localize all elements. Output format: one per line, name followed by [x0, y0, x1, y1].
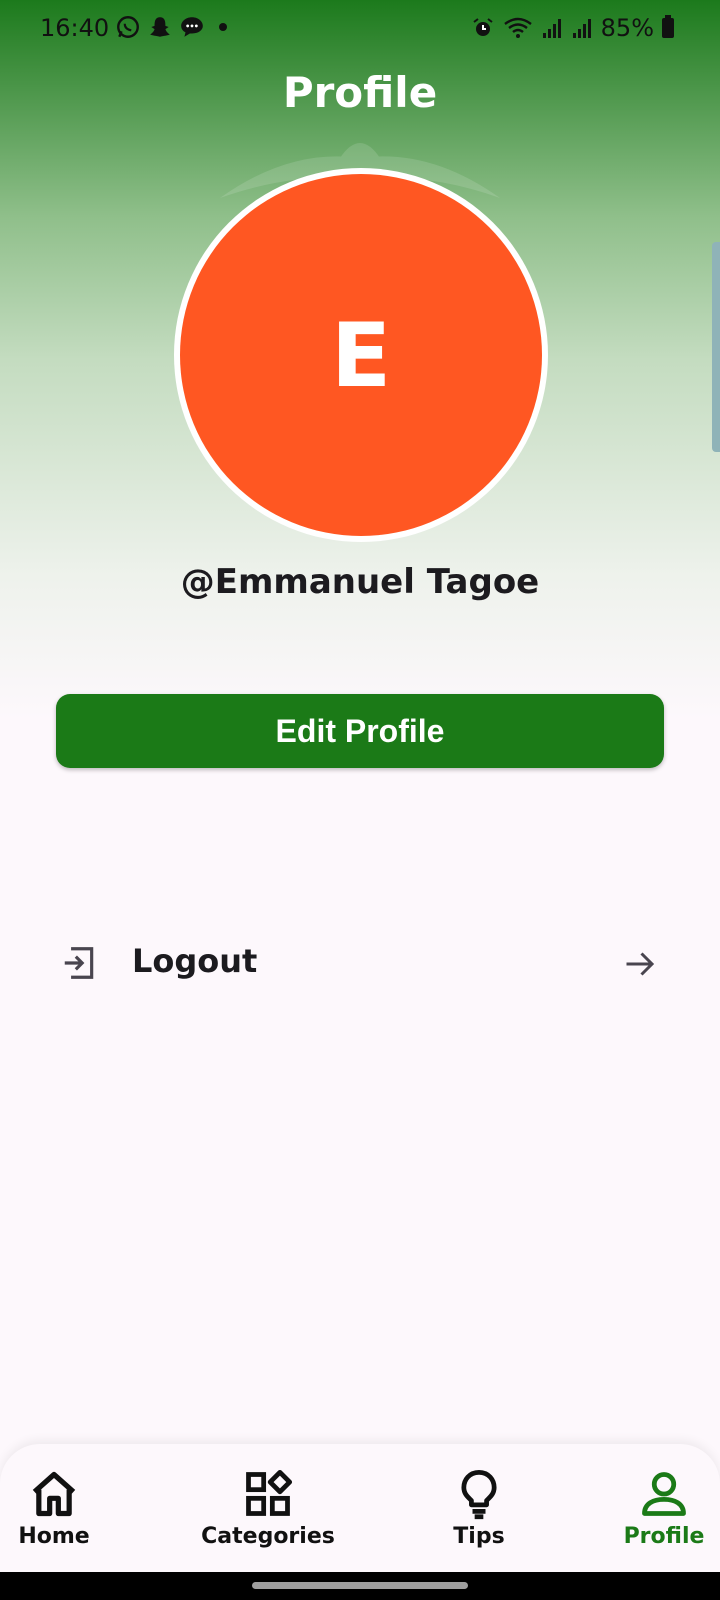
nav-label-categories: Categories [201, 1524, 335, 1549]
battery-icon [662, 15, 674, 38]
status-time: 16:40 [40, 14, 110, 42]
username: @Emmanuel Tagoe [180, 562, 540, 602]
person-icon [642, 1472, 686, 1516]
message-icon [181, 17, 203, 37]
more-notifications-dot [219, 23, 227, 31]
wifi-icon [503, 17, 532, 38]
status-bar: 16:40 85% [0, 0, 720, 60]
avatar-initial: E [330, 303, 392, 407]
lightbulb-icon [461, 1469, 497, 1520]
nav-item-tips[interactable]: Tips [434, 1444, 524, 1572]
battery-percent: 85% [600, 14, 654, 42]
logout-label: Logout [132, 942, 258, 980]
edge-panel-handle[interactable] [712, 242, 720, 452]
snapchat-icon [150, 17, 170, 37]
nav-item-categories[interactable]: Categories [198, 1444, 338, 1572]
nav-item-profile[interactable]: Profile [612, 1444, 716, 1572]
status-right: 85% [471, 14, 674, 42]
whatsapp-icon [117, 16, 139, 38]
nav-label-profile: Profile [623, 1524, 705, 1549]
notification-icons [115, 14, 227, 40]
avatar[interactable]: E [180, 174, 542, 536]
home-gesture-pill[interactable] [252, 1582, 468, 1589]
nav-item-home[interactable]: Home [4, 1444, 104, 1572]
logout-row[interactable]: Logout [0, 920, 720, 1008]
system-gesture-bar [0, 1572, 720, 1600]
nav-label-tips: Tips [453, 1524, 505, 1549]
page-title: Profile [282, 68, 438, 117]
edit-profile-button[interactable]: Edit Profile [56, 694, 664, 768]
logout-icon [64, 947, 94, 979]
bottom-navigation: Home Categories Tips Profile [0, 1444, 720, 1572]
nav-label-home: Home [18, 1524, 90, 1549]
categories-icon [246, 1469, 293, 1516]
signal-icon [542, 19, 561, 38]
signal-icon [572, 19, 591, 38]
arrow-right-icon [626, 952, 655, 976]
alarm-icon [473, 18, 493, 36]
home-icon [32, 1471, 76, 1517]
